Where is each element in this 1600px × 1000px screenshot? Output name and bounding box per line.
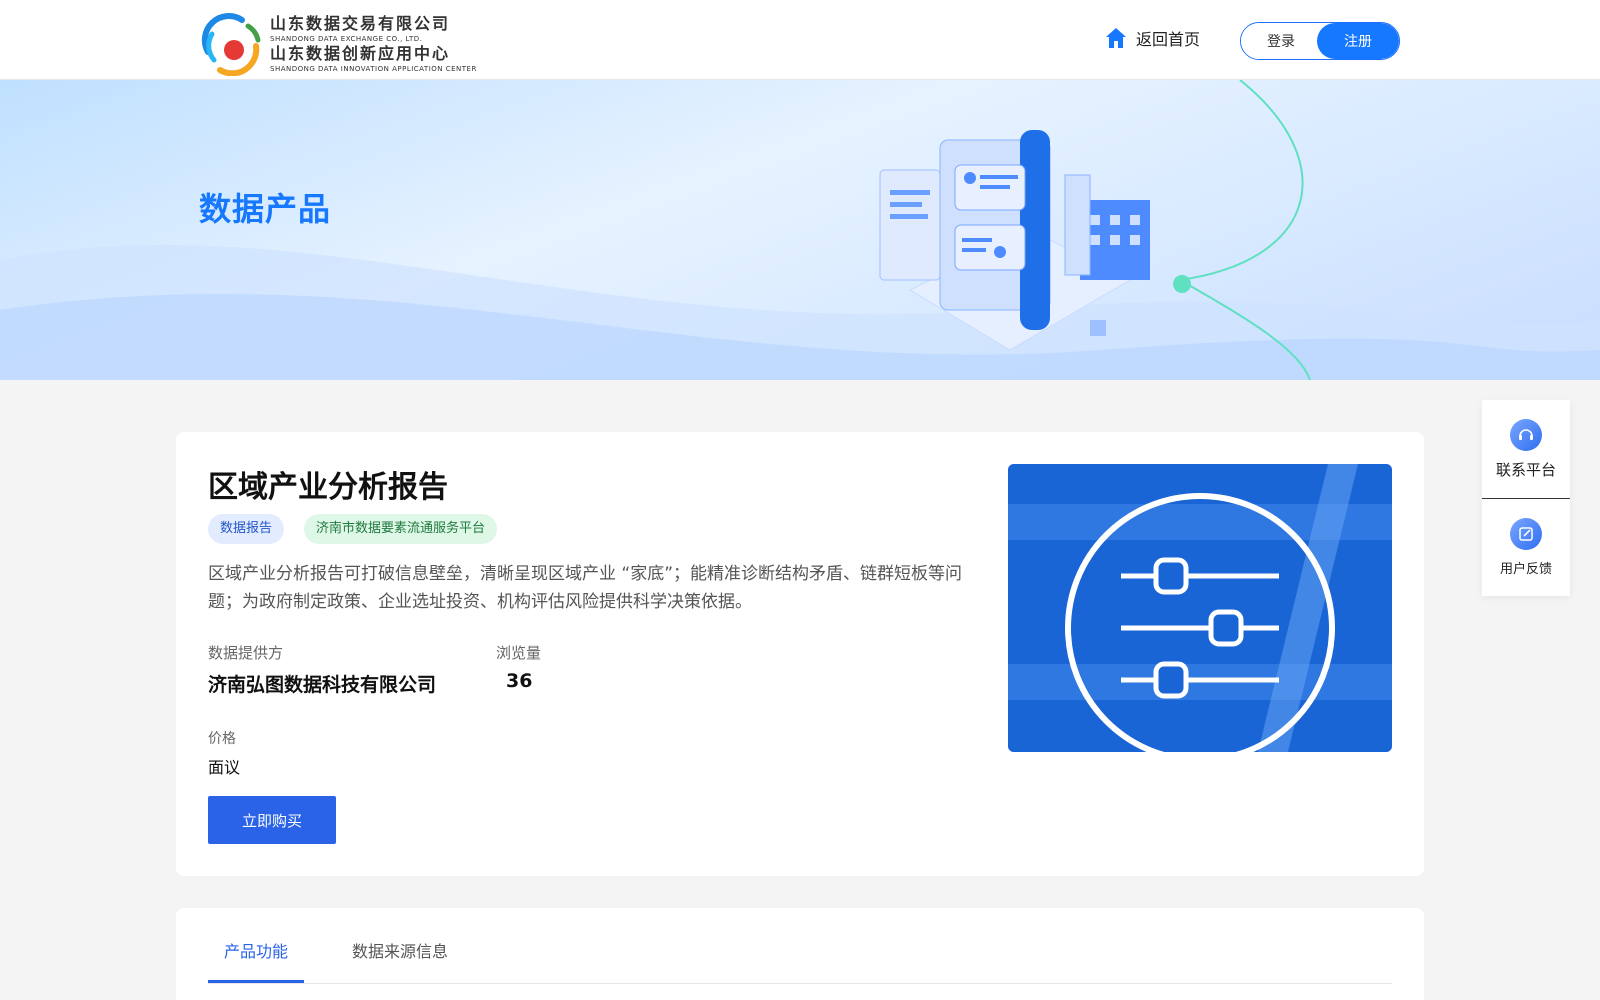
banner-wave-decoration bbox=[0, 80, 1600, 380]
tab-data-source-info[interactable]: 数据来源信息 bbox=[352, 938, 448, 962]
user-feedback-button[interactable]: 用户反馈 bbox=[1482, 498, 1570, 596]
contact-platform-button[interactable]: 联系平台 bbox=[1482, 400, 1570, 498]
product-image bbox=[1008, 464, 1392, 752]
category-tag: 数据报告 bbox=[208, 514, 285, 544]
home-link-label: 返回首页 bbox=[1136, 30, 1201, 49]
register-button[interactable]: 注册 bbox=[1317, 23, 1399, 59]
tab-product-features[interactable]: 产品功能 bbox=[224, 938, 288, 962]
price-label: 价格 bbox=[208, 731, 236, 747]
top-header: 山东数据交易有限公司 SHANDONG DATA EXCHANGE CO., L… bbox=[0, 0, 1600, 80]
views-value: 36 bbox=[506, 670, 533, 692]
edit-icon bbox=[1510, 518, 1542, 550]
login-button[interactable]: 登录 bbox=[1241, 23, 1321, 59]
logo-line1-en: SHANDONG DATA EXCHANGE CO., LTD. bbox=[270, 35, 423, 43]
provider-label: 数据提供方 bbox=[208, 644, 284, 662]
product-description: 区域产业分析报告可打破信息壁垒，清晰呈现区域产业 “家底”；能精准诊断结构矛盾、… bbox=[208, 564, 963, 612]
logo-line2-en: SHANDONG DATA INNOVATION APPLICATION CEN… bbox=[270, 65, 477, 73]
provider-value: 济南弘图数据科技有限公司 bbox=[208, 674, 437, 696]
banner-title: 数据产品 bbox=[199, 190, 332, 228]
home-link[interactable]: 返回首页 bbox=[1104, 26, 1200, 50]
company-logo[interactable]: 山东数据交易有限公司 SHANDONG DATA EXCHANGE CO., L… bbox=[198, 12, 477, 77]
logo-line1-cn: 山东数据交易有限公司 bbox=[270, 14, 451, 33]
views-label: 浏览量 bbox=[496, 644, 542, 662]
buy-now-button[interactable]: 立即购买 bbox=[208, 796, 336, 844]
product-detail-card: 区域产业分析报告 数据报告 济南市数据要素流通服务平台 区域产业分析报告可打破信… bbox=[176, 432, 1424, 876]
active-tab-indicator bbox=[208, 980, 304, 983]
user-feedback-label: 用户反馈 bbox=[1499, 562, 1552, 577]
side-floating-panel: 联系平台 用户反馈 bbox=[1482, 400, 1570, 596]
contact-platform-label: 联系平台 bbox=[1495, 460, 1556, 479]
logo-emblem-icon bbox=[198, 12, 262, 77]
logo-line2-cn: 山东数据创新应用中心 bbox=[270, 44, 451, 63]
headset-icon bbox=[1510, 418, 1542, 451]
home-icon bbox=[1106, 28, 1126, 48]
platform-tag: 济南市数据要素流通服务平台 bbox=[304, 514, 498, 544]
auth-group: 登录 注册 bbox=[1240, 22, 1400, 60]
price-value: 面议 bbox=[208, 758, 241, 777]
data-documents-illustration bbox=[879, 130, 1150, 351]
product-tabs-card: 产品功能 数据来源信息 bbox=[176, 908, 1424, 1000]
tab-bar: 产品功能 数据来源信息 bbox=[208, 908, 1392, 984]
page-banner: 数据产品 bbox=[0, 80, 1600, 380]
product-title: 区域产业分析报告 bbox=[208, 470, 448, 505]
